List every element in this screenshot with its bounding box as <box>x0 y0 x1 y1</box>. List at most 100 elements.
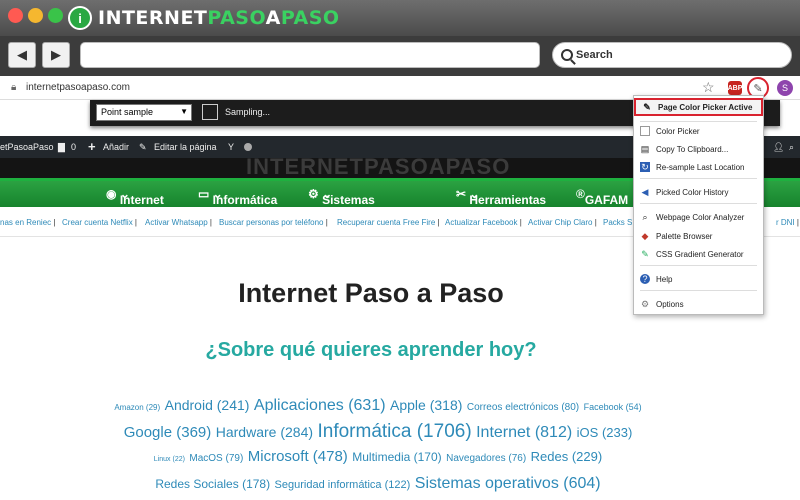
tag-cloud-item[interactable]: Navegadores (76) <box>446 453 526 464</box>
wp-site-name[interactable]: etPasoaPaso <box>0 142 54 152</box>
tag-cloud-item[interactable]: Multimedia (170) <box>352 450 441 464</box>
menu-item-internet[interactable]: ◉ Internet ⌄ <box>106 187 164 207</box>
tag-cloud-item[interactable]: Aplicaciones (631) <box>254 397 386 414</box>
menu-item-sistemas[interactable]: ⚙ Sistemas operativos ⌄ <box>308 187 383 221</box>
trend-link[interactable]: Packs S <box>603 218 637 227</box>
tag-cloud-item[interactable]: Microsoft (478) <box>248 448 348 465</box>
sample-mode-select[interactable]: Point sample ▼ <box>96 104 192 121</box>
tag-name: Sistemas operativos <box>414 475 559 492</box>
trend-link[interactable]: Buscar personas por teléfono <box>219 218 328 227</box>
wp-new-button[interactable]: Añadir <box>103 142 129 152</box>
tag-count: (478) <box>312 448 348 465</box>
wp-edit-page-button[interactable]: Editar la página <box>154 142 217 152</box>
tag-name: Android <box>164 397 213 413</box>
sampling-status: Sampling... <box>225 107 271 117</box>
arrow-left-icon: ◀ <box>17 47 27 62</box>
webpage-color-analyzer-item[interactable]: ⌕ Webpage Color Analyzer <box>634 209 763 225</box>
trend-link[interactable]: Crear cuenta Netflix <box>62 218 137 227</box>
page-subtitle: ¿Sobre qué quieres aprender hoy? <box>205 339 537 361</box>
gear-icon: ⚙ <box>640 299 650 309</box>
tag-cloud-item[interactable]: Google (369) <box>124 424 212 441</box>
magnifier-icon: ⌕ <box>642 212 648 222</box>
tag-cloud-item[interactable]: Amazon (29) <box>114 403 160 412</box>
trend-link[interactable]: Recuperar cuenta Free Fire <box>337 218 440 227</box>
tag-cloud-item[interactable]: Redes Sociales (178) <box>155 477 270 491</box>
tag-cloud-item[interactable]: Hardware (284) <box>216 424 313 440</box>
maximize-window-button[interactable] <box>48 8 63 23</box>
options-item[interactable]: ⚙ Options <box>634 296 763 312</box>
brand-part-paso: PASO <box>207 7 266 29</box>
tag-cloud-item[interactable]: Facebook (54) <box>584 402 642 412</box>
tag-name: Facebook <box>583 402 624 412</box>
tag-name: iOS <box>576 425 599 440</box>
palette-browser-item[interactable]: ◆ Palette Browser <box>634 228 763 244</box>
trend-link[interactable]: Activar Chip Claro <box>528 218 597 227</box>
page-color-picker-active-item[interactable]: ✎ Page Color Picker Active <box>634 98 763 116</box>
trend-link[interactable]: Activar Whatsapp <box>145 218 212 227</box>
forward-button[interactable]: ▶ <box>42 42 70 68</box>
tag-name: Multimedia <box>352 450 411 464</box>
resample-item[interactable]: ↻ Re-sample Last Location <box>634 159 763 175</box>
menu-item-informatica[interactable]: ▭ Informática ⌄ <box>198 187 277 207</box>
tag-cloud-item[interactable]: Correos electrónicos (80) <box>467 402 579 413</box>
trend-link[interactable]: nas en Reniec <box>0 218 55 227</box>
minimize-window-button[interactable] <box>28 8 43 23</box>
brand-frame-topbar: i INTERNETPASOAPASO <box>0 0 800 36</box>
search-admin-icon[interactable]: ⌕ <box>789 142 794 153</box>
copy-to-clipboard-item[interactable]: ▤ Copy To Clipboard... <box>634 141 763 157</box>
sampled-color-swatch <box>202 104 218 120</box>
tag-cloud-item[interactable]: Seguridad informática (122) <box>275 479 411 491</box>
menu-divider <box>640 121 757 122</box>
tag-name: Aplicaciones <box>253 397 344 414</box>
resample-icon: ↻ <box>640 162 650 172</box>
help-icon: ? <box>640 274 650 284</box>
color-picker-item[interactable]: Color Picker <box>634 123 763 139</box>
brand-part-paso2: PASO <box>280 7 340 29</box>
tag-name: Internet <box>476 424 531 441</box>
brand-part-internet: INTERNET <box>98 7 208 29</box>
frame-url-box[interactable] <box>80 42 540 68</box>
tag-cloud-item[interactable]: Redes (229) <box>531 449 603 464</box>
tag-cloud-item[interactable]: Linux (22) <box>154 456 185 463</box>
yoast-icon[interactable]: Y <box>228 142 234 152</box>
brand-name: INTERNETPASOAPASO <box>98 7 340 29</box>
tag-count: (369) <box>176 424 212 441</box>
pencil-icon: ✎ <box>139 142 147 152</box>
menu-item-gafam[interactable]: ® GAFAM <box>576 187 628 207</box>
tag-cloud-item[interactable]: Android (241) <box>165 397 250 413</box>
tag-cloud-item[interactable]: Sistemas operativos (604) <box>415 475 601 492</box>
picked-color-history-item[interactable]: ◀ Picked Color History <box>634 184 763 200</box>
user-icon[interactable]: 👤︎ <box>773 142 784 153</box>
trend-link[interactable]: Actualizar Facebook <box>445 218 522 227</box>
tag-count: (604) <box>563 475 601 492</box>
help-item[interactable]: ? Help <box>634 271 763 287</box>
tag-name: Apple <box>390 397 426 413</box>
close-window-button[interactable] <box>8 8 23 23</box>
tag-count: (54) <box>625 402 642 412</box>
menu-divider <box>640 178 757 179</box>
tag-cloud-item[interactable]: Internet (812) <box>476 424 572 441</box>
menu-item-herramientas[interactable]: ✂ Herramientas ⌄ <box>456 187 546 207</box>
trend-link[interactable]: r DNI <box>776 218 799 227</box>
back-button[interactable]: ◀ <box>8 42 36 68</box>
tag-name: Amazon <box>114 403 144 412</box>
tag-cloud-item[interactable]: MacOS (79) <box>189 453 243 464</box>
color-square-icon <box>640 126 650 136</box>
comments-icon[interactable]: ▇ <box>58 142 65 153</box>
comments-count: 0 <box>71 142 77 152</box>
tag-cloud-item[interactable]: iOS (233) <box>577 425 633 440</box>
lock-icon: 🔒︎ <box>11 82 17 93</box>
plus-icon: + <box>88 139 96 154</box>
tag-count: (284) <box>280 424 314 440</box>
palette-icon: ◆ <box>641 231 649 241</box>
address-url[interactable]: internetpasoapaso.com <box>26 82 130 93</box>
bookmark-star-icon[interactable]: ☆ <box>702 79 715 96</box>
profile-avatar[interactable]: S <box>777 80 793 96</box>
tag-cloud-item[interactable]: Informática (1706) <box>317 421 471 442</box>
tag-cloud-item[interactable]: Apple (318) <box>390 397 462 413</box>
frame-search-box[interactable]: Search <box>552 42 792 68</box>
menu-divider <box>640 290 757 291</box>
adblock-extension-icon[interactable]: ABP <box>728 81 742 95</box>
css-gradient-generator-item[interactable]: ✎ CSS Gradient Generator <box>634 246 763 262</box>
tag-name: Hardware <box>215 424 277 440</box>
